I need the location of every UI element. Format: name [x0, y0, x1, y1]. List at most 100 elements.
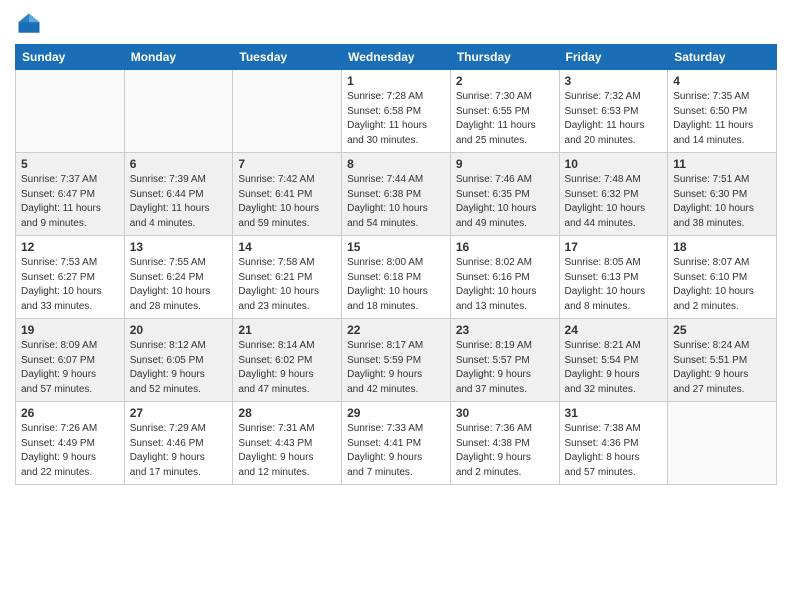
header-sunday: Sunday: [16, 45, 125, 70]
day-cell: 28Sunrise: 7:31 AMSunset: 4:43 PMDayligh…: [233, 402, 342, 485]
day-cell: 13 Sunrise: 7:55 AMSunset: 6:24 PMDayligh…: [124, 236, 233, 319]
calendar-table: Sunday Monday Tuesday Wednesday Thursday…: [15, 44, 777, 485]
day-cell: 14 Sunrise: 7:58 AMSunset: 6:21 PMDayligh…: [233, 236, 342, 319]
day-info: Sunrise: 7:39 AMSunset: 6:44 PMDaylight:…: [130, 173, 228, 231]
day-number: 10: [565, 157, 663, 171]
day-info: Sunrise: 7:29 AMSunset: 4:46 PMDaylight:…: [130, 422, 228, 480]
day-info: Sunrise: 8:12 AMSunset: 6:05 PMDaylight:…: [130, 339, 228, 397]
week-row-4: 19Sunrise: 8:09 AMSunset: 6:07 PMDayligh…: [16, 319, 777, 402]
day-number: 18: [673, 240, 771, 254]
week-row-2: 5 Sunrise: 7:37 AMSunset: 6:47 PMDaylight…: [16, 153, 777, 236]
day-cell: 11 Sunrise: 7:51 AMSunset: 6:30 PMDayligh…: [668, 153, 777, 236]
day-number: 7: [238, 157, 336, 171]
day-number: 29: [347, 406, 445, 420]
day-info: Sunrise: 8:05 AMSunset: 6:13 PMDaylight:…: [565, 256, 663, 314]
day-number: 28: [238, 406, 336, 420]
day-number: 26: [21, 406, 119, 420]
day-info: Sunrise: 8:19 AMSunset: 5:57 PMDaylight:…: [456, 339, 554, 397]
day-info: Sunrise: 7:44 AMSunset: 6:38 PMDaylight:…: [347, 173, 445, 231]
week-row-3: 12 Sunrise: 7:53 AMSunset: 6:27 PMDayligh…: [16, 236, 777, 319]
day-cell: 5 Sunrise: 7:37 AMSunset: 6:47 PMDaylight…: [16, 153, 125, 236]
day-number: 5: [21, 157, 119, 171]
day-cell: [124, 70, 233, 153]
logo: [15, 10, 47, 38]
day-info: Sunrise: 7:32 AMSunset: 6:53 PMDaylight:…: [565, 90, 663, 148]
day-cell: 23 Sunrise: 8:19 AMSunset: 5:57 PMDayligh…: [450, 319, 559, 402]
day-number: 24: [565, 323, 663, 337]
logo-icon: [15, 10, 43, 38]
day-number: 31: [565, 406, 663, 420]
day-info: Sunrise: 7:26 AMSunset: 4:49 PMDaylight:…: [21, 422, 119, 480]
day-cell: 12 Sunrise: 7:53 AMSunset: 6:27 PMDayligh…: [16, 236, 125, 319]
day-cell: 25 Sunrise: 8:24 AMSunset: 5:51 PMDayligh…: [668, 319, 777, 402]
day-cell: 8 Sunrise: 7:44 AMSunset: 6:38 PMDaylight…: [342, 153, 451, 236]
day-info: Sunrise: 7:37 AMSunset: 6:47 PMDaylight:…: [21, 173, 119, 231]
day-info: Sunrise: 7:48 AMSunset: 6:32 PMDaylight:…: [565, 173, 663, 231]
day-cell: 20 Sunrise: 8:12 AMSunset: 6:05 PMDayligh…: [124, 319, 233, 402]
day-number: 25: [673, 323, 771, 337]
day-cell: 10 Sunrise: 7:48 AMSunset: 6:32 PMDayligh…: [559, 153, 668, 236]
day-number: 14: [238, 240, 336, 254]
day-cell: 16Sunrise: 8:02 AMSunset: 6:16 PMDayligh…: [450, 236, 559, 319]
day-cell: 19Sunrise: 8:09 AMSunset: 6:07 PMDayligh…: [16, 319, 125, 402]
day-info: Sunrise: 8:02 AMSunset: 6:16 PMDaylight:…: [456, 256, 554, 314]
day-info: Sunrise: 7:58 AMSunset: 6:21 PMDaylight:…: [238, 256, 336, 314]
day-number: 12: [21, 240, 119, 254]
header: [15, 10, 777, 38]
day-cell: [16, 70, 125, 153]
day-cell: 27 Sunrise: 7:29 AMSunset: 4:46 PMDayligh…: [124, 402, 233, 485]
day-cell: 24 Sunrise: 8:21 AMSunset: 5:54 PMDayligh…: [559, 319, 668, 402]
day-info: Sunrise: 8:14 AMSunset: 6:02 PMDaylight:…: [238, 339, 336, 397]
day-number: 20: [130, 323, 228, 337]
header-tuesday: Tuesday: [233, 45, 342, 70]
day-number: 1: [347, 74, 445, 88]
day-info: Sunrise: 7:38 AMSunset: 4:36 PMDaylight:…: [565, 422, 663, 480]
day-cell: 2 Sunrise: 7:30 AMSunset: 6:55 PMDaylight…: [450, 70, 559, 153]
day-number: 30: [456, 406, 554, 420]
header-saturday: Saturday: [668, 45, 777, 70]
day-cell: 17 Sunrise: 8:05 AMSunset: 6:13 PMDayligh…: [559, 236, 668, 319]
day-cell: [233, 70, 342, 153]
day-cell: 22Sunrise: 8:17 AMSunset: 5:59 PMDayligh…: [342, 319, 451, 402]
day-number: 21: [238, 323, 336, 337]
day-cell: 18 Sunrise: 8:07 AMSunset: 6:10 PMDayligh…: [668, 236, 777, 319]
day-number: 11: [673, 157, 771, 171]
day-info: Sunrise: 7:46 AMSunset: 6:35 PMDaylight:…: [456, 173, 554, 231]
header-friday: Friday: [559, 45, 668, 70]
page: Sunday Monday Tuesday Wednesday Thursday…: [0, 0, 792, 612]
day-number: 8: [347, 157, 445, 171]
day-cell: 29Sunrise: 7:33 AMSunset: 4:41 PMDayligh…: [342, 402, 451, 485]
day-info: Sunrise: 8:07 AMSunset: 6:10 PMDaylight:…: [673, 256, 771, 314]
day-number: 4: [673, 74, 771, 88]
day-info: Sunrise: 7:53 AMSunset: 6:27 PMDaylight:…: [21, 256, 119, 314]
day-cell: 31 Sunrise: 7:38 AMSunset: 4:36 PMDayligh…: [559, 402, 668, 485]
day-cell: 4Sunrise: 7:35 AMSunset: 6:50 PMDaylight…: [668, 70, 777, 153]
day-number: 17: [565, 240, 663, 254]
day-cell: 9 Sunrise: 7:46 AMSunset: 6:35 PMDaylight…: [450, 153, 559, 236]
day-cell: 30 Sunrise: 7:36 AMSunset: 4:38 PMDayligh…: [450, 402, 559, 485]
day-info: Sunrise: 7:55 AMSunset: 6:24 PMDaylight:…: [130, 256, 228, 314]
day-number: 19: [21, 323, 119, 337]
day-cell: [668, 402, 777, 485]
day-number: 2: [456, 74, 554, 88]
day-info: Sunrise: 7:51 AMSunset: 6:30 PMDaylight:…: [673, 173, 771, 231]
day-info: Sunrise: 7:36 AMSunset: 4:38 PMDaylight:…: [456, 422, 554, 480]
weekday-header-row: Sunday Monday Tuesday Wednesday Thursday…: [16, 45, 777, 70]
day-info: Sunrise: 8:17 AMSunset: 5:59 PMDaylight:…: [347, 339, 445, 397]
header-monday: Monday: [124, 45, 233, 70]
day-number: 13: [130, 240, 228, 254]
header-thursday: Thursday: [450, 45, 559, 70]
day-info: Sunrise: 7:28 AMSunset: 6:58 PMDaylight:…: [347, 90, 445, 148]
day-number: 27: [130, 406, 228, 420]
day-number: 9: [456, 157, 554, 171]
day-cell: 15 Sunrise: 8:00 AMSunset: 6:18 PMDayligh…: [342, 236, 451, 319]
day-info: Sunrise: 7:30 AMSunset: 6:55 PMDaylight:…: [456, 90, 554, 148]
day-cell: 26 Sunrise: 7:26 AMSunset: 4:49 PMDayligh…: [16, 402, 125, 485]
day-info: Sunrise: 8:00 AMSunset: 6:18 PMDaylight:…: [347, 256, 445, 314]
day-number: 15: [347, 240, 445, 254]
day-info: Sunrise: 8:21 AMSunset: 5:54 PMDaylight:…: [565, 339, 663, 397]
day-number: 23: [456, 323, 554, 337]
day-cell: 3Sunrise: 7:32 AMSunset: 6:53 PMDaylight…: [559, 70, 668, 153]
day-info: Sunrise: 7:42 AMSunset: 6:41 PMDaylight:…: [238, 173, 336, 231]
day-info: Sunrise: 8:24 AMSunset: 5:51 PMDaylight:…: [673, 339, 771, 397]
